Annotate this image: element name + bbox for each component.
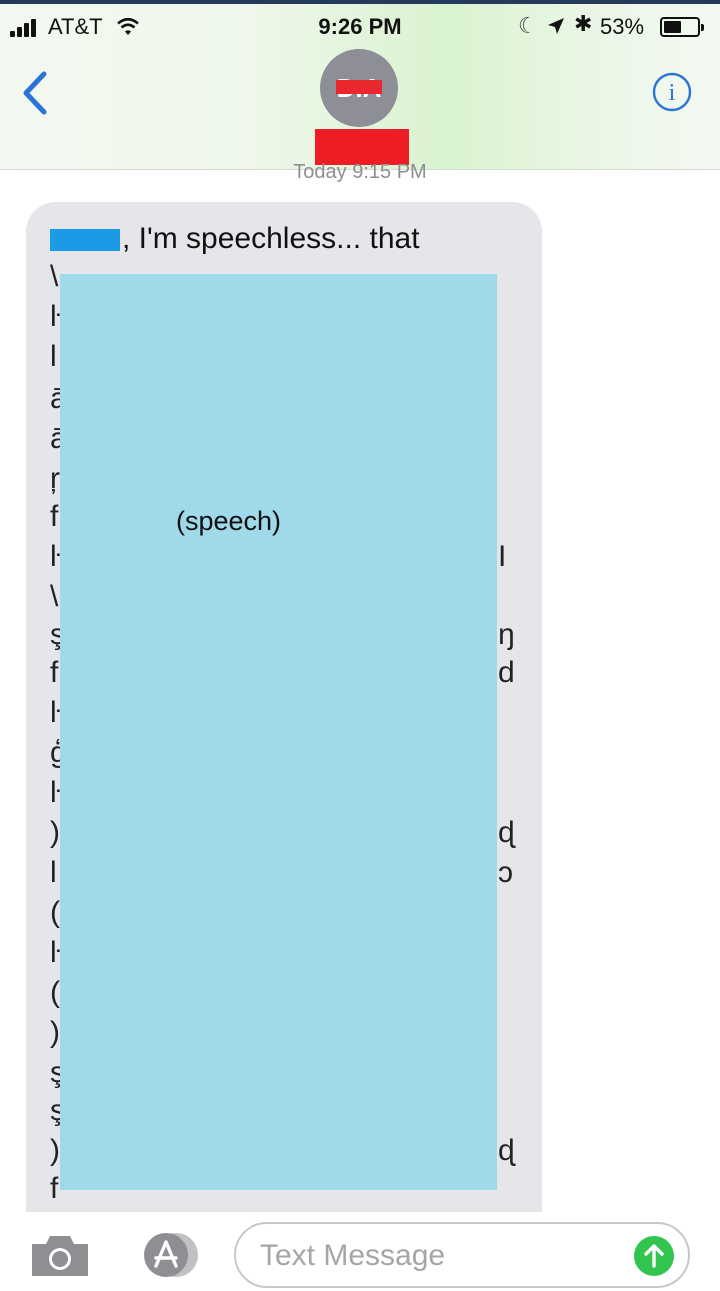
contact-name-redacted[interactable] [315, 129, 409, 165]
battery-fill [664, 21, 681, 33]
send-arrow-icon [644, 1244, 664, 1268]
battery-icon [660, 17, 704, 37]
contact-avatar[interactable]: D.A [320, 49, 398, 127]
input-bar [0, 1212, 720, 1291]
avatar-redaction [336, 80, 382, 94]
location-icon [548, 18, 564, 34]
speech-overlay-label: (speech) [176, 506, 282, 536]
send-button[interactable] [634, 1236, 674, 1276]
moon-icon: ☾ [518, 13, 538, 38]
speech-redaction-overlay [60, 274, 497, 1190]
status-bar: AT&T 9:26 PM ☾ ✱ 53% [0, 4, 720, 50]
battery-percent: 53% [600, 14, 645, 39]
bluetooth-icon: ✱ [574, 11, 593, 36]
recipient-name-redacted [50, 229, 120, 252]
app-store-icon[interactable] [134, 1230, 202, 1280]
camera-icon[interactable] [28, 1230, 92, 1280]
message-timestamp: Today 9:15 PM [293, 161, 427, 183]
back-button[interactable] [18, 68, 52, 118]
message-first-line: , I'm speechless... that [50, 220, 420, 258]
conversation-header: AT&T 9:26 PM ☾ ✱ 53% D.A i [0, 0, 720, 170]
svg-text:i: i [669, 80, 676, 106]
message-text-field[interactable] [234, 1222, 690, 1288]
message-input[interactable] [260, 1234, 620, 1278]
info-button[interactable]: i [652, 72, 692, 112]
